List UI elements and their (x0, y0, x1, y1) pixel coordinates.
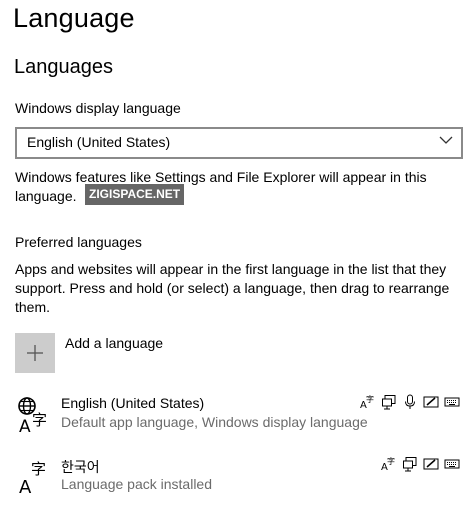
text-to-speech-icon (403, 457, 417, 472)
page-title: Language (13, 3, 135, 33)
language-settings-page: Language Languages Windows display langu… (0, 0, 471, 510)
preferred-languages-description: Apps and websites will appear in the fir… (15, 261, 450, 315)
display-language-label: Windows display language (15, 100, 181, 116)
language-item-korean[interactable]: A 字 한국어 Language pack installed A 字 (12, 455, 460, 503)
display-language-dropdown[interactable]: English (United States) (15, 127, 463, 159)
text-to-speech-icon (382, 395, 396, 410)
chevron-down-icon (439, 136, 453, 144)
language-feature-icons: A 字 (381, 456, 460, 472)
display-language-selected: English (United States) (27, 134, 171, 150)
language-item-english[interactable]: A 字 English (United States) Default app … (12, 393, 460, 441)
language-globe-icon: A 字 (18, 397, 47, 435)
svg-text:字: 字 (366, 394, 374, 404)
svg-text:A: A (19, 417, 31, 435)
language-feature-icons: A 字 (360, 394, 460, 410)
add-language-button[interactable] (15, 333, 55, 373)
handwriting-icon (423, 458, 439, 470)
section-title-languages: Languages (14, 56, 113, 78)
keyboard-icon (444, 397, 460, 407)
speech-recognition-icon (405, 394, 415, 409)
svg-text:字: 字 (32, 411, 47, 429)
plus-icon (27, 345, 43, 361)
handwriting-icon (423, 396, 439, 408)
preferred-languages-label: Preferred languages (15, 234, 142, 250)
language-description: Language pack installed (61, 476, 213, 492)
add-language-label[interactable]: Add a language (65, 335, 163, 351)
svg-text:字: 字 (387, 456, 395, 466)
display-language-icon: A 字 (381, 456, 395, 472)
language-pack-icon: A 字 (19, 460, 46, 497)
language-description: Default app language, Windows display la… (61, 414, 368, 430)
language-name: English (United States) (61, 395, 205, 411)
svg-text:字: 字 (31, 460, 46, 478)
language-name: 한국어 (61, 459, 100, 475)
watermark-badge: ZIGISPACE.NET (85, 184, 185, 205)
keyboard-icon (444, 459, 460, 469)
display-language-icon: A 字 (360, 394, 374, 410)
svg-text:A: A (19, 477, 32, 497)
display-language-note: Windows features like Settings and File … (15, 169, 427, 204)
